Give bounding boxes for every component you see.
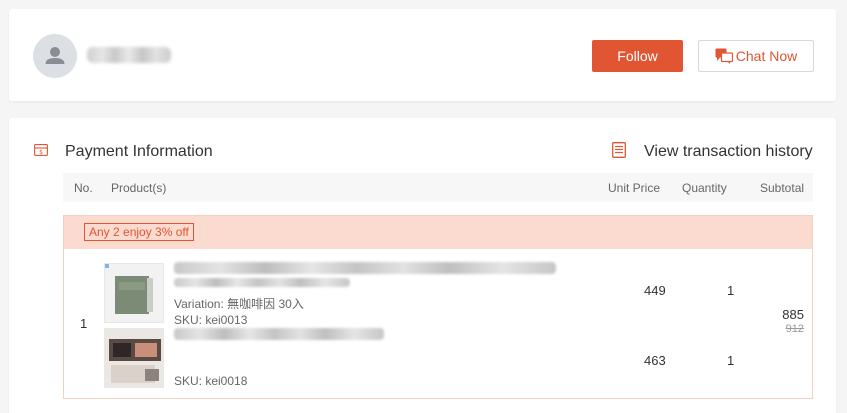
payment-card: $ Payment Information View transaction h… (9, 118, 836, 413)
sku-text: SKU: kei0018 (174, 374, 248, 388)
chat-now-label: Chat Now (735, 48, 798, 64)
sku-text: SKU: kei0013 (174, 313, 248, 327)
document-list-icon (612, 142, 626, 158)
order-group: Any 2 enjoy 3% off 1 Variation: 無咖啡因 30入… (63, 215, 813, 399)
svg-text:$: $ (39, 149, 43, 156)
product-image-2 (105, 329, 163, 387)
subtotal-cell: 885 912 (782, 307, 804, 335)
promo-band: Any 2 enjoy 3% off (64, 216, 812, 249)
promo-badge: Any 2 enjoy 3% off (84, 223, 194, 241)
original-subtotal: 912 (785, 323, 804, 335)
chat-now-button[interactable]: Chat Now (698, 40, 814, 72)
product-thumbnail[interactable] (104, 328, 164, 388)
table-header: No. Product(s) Unit Price Quantity Subto… (63, 173, 813, 202)
payment-title: Payment Information (65, 143, 213, 160)
quantity: 1 (727, 283, 735, 298)
payment-card-icon: $ (34, 144, 48, 156)
header-quantity: Quantity (682, 181, 727, 195)
header-no: No. (74, 181, 93, 195)
user-avatar-icon (45, 47, 65, 64)
header-products: Product(s) (111, 181, 167, 195)
subtotal-value: 885 (782, 307, 804, 322)
quantity: 1 (727, 353, 735, 368)
chat-bubble-icon (715, 48, 733, 64)
unit-price: 449 (644, 283, 666, 298)
avatar[interactable] (33, 34, 77, 78)
product-name-redacted-line2 (174, 278, 350, 287)
unit-price: 463 (644, 353, 666, 368)
view-transaction-history-link[interactable]: View transaction history (644, 143, 813, 161)
row-number: 1 (80, 316, 88, 331)
product-name-redacted (174, 262, 556, 274)
product-thumbnail[interactable] (104, 263, 164, 323)
product-name-redacted (174, 328, 384, 340)
seller-name-redacted (87, 47, 171, 63)
header-unit-price: Unit Price (608, 181, 661, 195)
follow-button[interactable]: Follow (592, 40, 683, 72)
header-subtotal: Subtotal (760, 181, 805, 195)
variation-text: Variation: 無咖啡因 30入 (174, 297, 304, 311)
seller-card: Follow Chat Now (9, 9, 836, 101)
product-image-1 (105, 264, 163, 322)
